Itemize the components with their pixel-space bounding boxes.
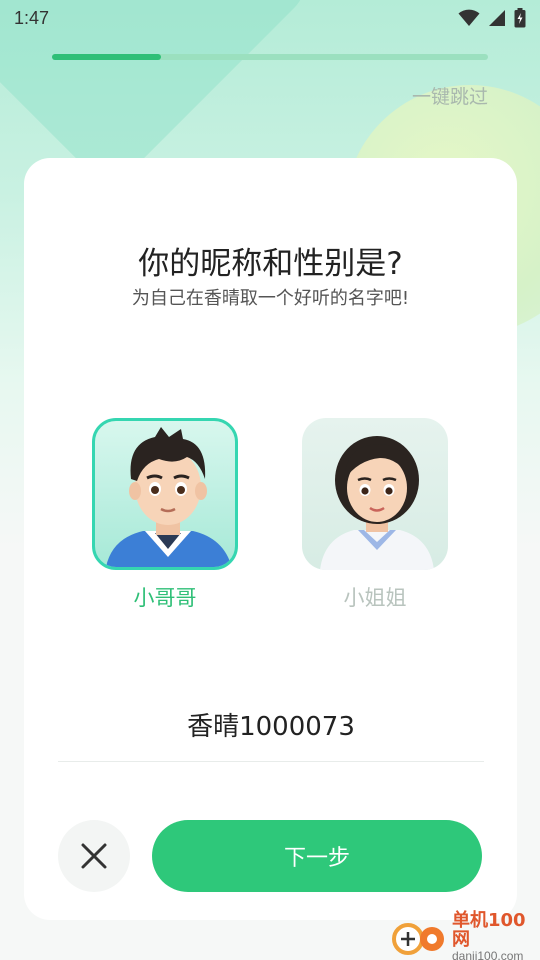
watermark: 单机100网 danji100.com: [392, 909, 540, 960]
watermark-text: 单机100网 danji100.com: [452, 909, 540, 960]
skip-all-button[interactable]: 一键跳过: [412, 82, 488, 109]
page-title: 你的昵称和性别是?: [138, 246, 403, 282]
nickname-field[interactable]: 香晴1000073: [58, 706, 484, 762]
close-icon: [81, 843, 107, 869]
status-icons: [458, 8, 526, 28]
page-subtitle: 为自己在香晴取一个好听的名字吧!: [131, 288, 410, 309]
watermark-en: danji100.com: [452, 948, 524, 960]
female-avatar[interactable]: [302, 418, 448, 570]
wifi-icon: [458, 9, 480, 26]
gender-option-female[interactable]: 小姐姐: [300, 418, 450, 612]
gender-label-female: 小姐姐: [343, 586, 407, 610]
onboarding-progress-bar: [52, 54, 488, 60]
watermark-logo: [392, 917, 448, 957]
profile-card: 你的昵称和性别是? 为自己在香晴取一个好听的名字吧! 小哥哥 小姐姐 香晴100…: [24, 158, 517, 920]
progress-fill: [52, 54, 161, 60]
status-bar: 1:47: [0, 0, 540, 36]
male-avatar-illustration: [106, 427, 232, 567]
close-button[interactable]: [58, 820, 130, 892]
gender-option-male[interactable]: 小哥哥: [90, 418, 240, 612]
battery-icon: [514, 8, 526, 28]
male-avatar[interactable]: [92, 418, 238, 570]
female-avatar-illustration: [320, 436, 434, 570]
watermark-cn: 单机100网: [452, 909, 526, 950]
gender-label-male: 小哥哥: [133, 586, 197, 610]
next-step-button[interactable]: 下一步: [152, 820, 482, 892]
status-time: 1:47: [14, 7, 50, 28]
signal-icon: [489, 10, 505, 26]
